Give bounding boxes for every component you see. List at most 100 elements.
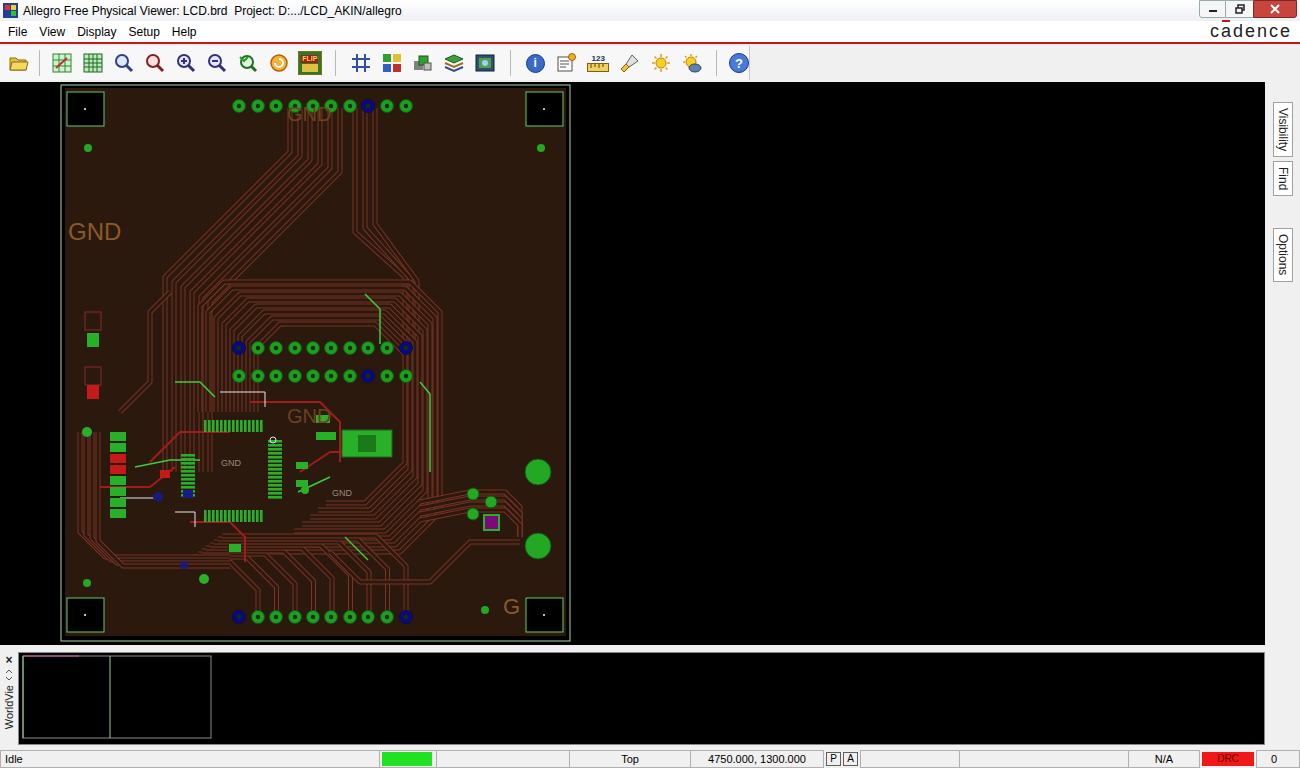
shadow-button[interactable] [411,51,435,75]
pcb-trace-core [120,292,170,412]
smd-pad [110,476,126,485]
zoom-fit-button[interactable] [50,51,74,75]
via [153,492,163,502]
worldview-panel: × WorldVie [0,652,1300,745]
ic-pad [268,472,282,475]
worldview-drawing [19,653,1264,744]
ic-pad [220,420,223,432]
menu-item[interactable]: Display [72,24,121,40]
ic-pad [268,444,282,447]
worldview-map[interactable] [18,652,1265,745]
zoom-button[interactable] [143,51,167,75]
grid-button[interactable] [349,51,373,75]
side-tab[interactable]: Find [1273,161,1293,196]
layers-button[interactable] [442,51,466,75]
absolute-toggle[interactable]: A [843,752,858,766]
connector-pin [307,370,320,383]
zoom-points-button[interactable] [112,51,136,75]
close-button[interactable] [1253,0,1297,18]
zoom-world-button[interactable] [81,51,105,75]
zoom-previous-button[interactable] [236,51,260,75]
ic-pad [268,488,282,491]
pin-hole [274,374,278,378]
color-palette-icon [382,53,402,73]
ic-pad [268,456,282,459]
zoom-out-button[interactable] [205,51,229,75]
smd-pad [296,480,308,487]
board-label: G [503,594,520,620]
pick-toggle[interactable]: P [826,752,841,766]
menu-item[interactable]: View [34,24,70,40]
ic-pad [228,420,231,432]
view-3d-button[interactable] [473,51,497,75]
pcb-trace-core [256,324,405,503]
smd-pad [110,454,126,463]
info-button[interactable]: i [523,51,547,75]
component-outline [85,367,101,385]
connector-pin [289,370,302,383]
ic-pad [181,478,195,481]
worldview-handle: × WorldVie [0,652,18,745]
side-tab[interactable]: Options [1273,228,1293,281]
worldview-close[interactable]: × [5,654,12,666]
pcb-trace [330,542,520,582]
pin-hole [237,104,241,108]
ic-pad [268,476,282,479]
ic-pad [224,510,227,522]
pcb-trace [220,392,265,407]
menu-item[interactable]: Setup [124,24,165,40]
pin-hole [311,346,315,350]
smd-pad [110,432,126,441]
pcb-trace [420,504,520,537]
flip-board-mark [302,64,318,72]
via [301,486,309,494]
show-element-button[interactable] [554,51,578,75]
pcb-trace [248,318,410,510]
connector-pin [289,342,302,355]
connector-pin [325,611,338,624]
pcb-trace [208,288,435,545]
smd-pad [229,544,241,552]
dim-button[interactable] [680,51,704,75]
pin-hole [256,374,260,378]
minimize-button[interactable] [1199,0,1226,18]
pin-hole [348,346,352,350]
measure-button[interactable]: 123 [585,51,611,75]
board-label: GND [221,458,241,469]
redraw-button[interactable] [267,51,291,75]
connector-pin [344,342,357,355]
drc-indicator[interactable]: DRC [1202,752,1254,766]
highlight-button[interactable] [618,51,642,75]
smd-pad [110,443,126,452]
connector-pin [252,611,265,624]
zoom-in-icon [176,53,196,73]
pcb-trace [216,294,430,538]
board-canvas[interactable]: GNDGNDGNDGNDGNDG [0,82,1265,645]
pcb-drawing [0,82,1265,645]
via [180,561,188,569]
menu-item[interactable]: Help [167,24,202,40]
board-label: GND [287,404,331,428]
pcb-trace-core [200,282,440,552]
menu-item[interactable]: File [3,24,32,40]
help-button[interactable]: ? [729,51,749,75]
ic-pad [208,420,211,432]
ic-pad [268,464,282,467]
large-pad-core [358,435,376,452]
connector-pin [362,342,375,355]
ic-pad [181,466,195,469]
logo-mark [1222,20,1230,22]
connector-pin [270,100,283,113]
restore-button[interactable] [1226,0,1253,18]
side-tab[interactable]: Visibility [1273,102,1293,157]
mounting-hole [525,533,551,559]
ic-pad [181,470,195,473]
color-button[interactable] [380,51,404,75]
dehighlight-button[interactable] [649,51,673,75]
zoom-in-button[interactable] [174,51,198,75]
connector-pin [400,342,413,355]
flip-button[interactable]: FLIP [298,51,322,75]
pin-hole [366,346,370,350]
pcb-trace-core [214,542,369,615]
open-button[interactable] [9,51,29,75]
